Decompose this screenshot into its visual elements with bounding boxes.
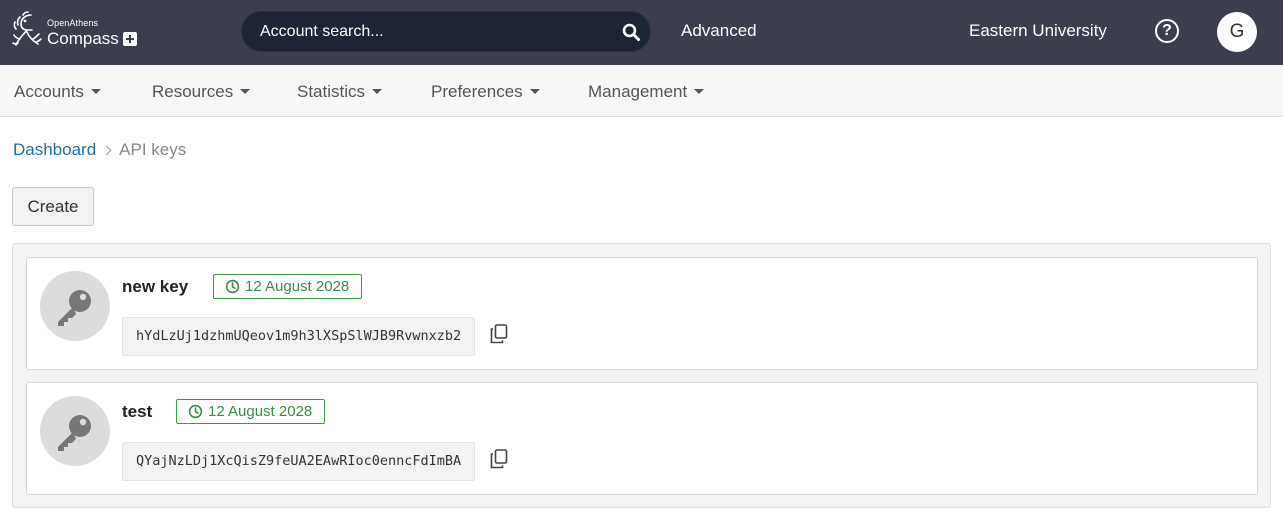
nav-label: Management — [588, 82, 688, 101]
api-key-card: test 12 August 2028 QYajNzLDj1XcQisZ9feU… — [26, 382, 1258, 495]
user-avatar[interactable]: G — [1217, 12, 1257, 52]
expiry-date: 12 August 2028 — [208, 403, 313, 420]
nav-resources[interactable]: Resources — [152, 82, 251, 102]
nav-accounts[interactable]: Accounts — [14, 82, 101, 102]
api-key-value[interactable]: hYdLzUj1dzhmUQeov1m9h3lXSpSlWJB9Rvwnxzb2 — [122, 317, 476, 356]
chevron-right-icon — [101, 145, 112, 155]
advanced-search-link[interactable]: Advanced — [681, 21, 757, 41]
copy-icon[interactable] — [490, 324, 508, 344]
caret-down-icon — [694, 88, 705, 94]
key-avatar — [40, 271, 110, 341]
key-icon — [58, 290, 91, 326]
caret-down-icon — [90, 88, 101, 94]
api-keys-panel: new key 12 August 2028 hYdLzUj1dzhmUQeov… — [12, 243, 1271, 508]
caret-down-icon — [372, 88, 383, 94]
breadcrumb: Dashboard API keys — [13, 140, 186, 160]
key-icon — [58, 415, 91, 451]
nav-label: Resources — [152, 82, 234, 101]
nav-label: Preferences — [431, 82, 523, 101]
logo-icon — [12, 11, 42, 46]
nav-label: Accounts — [14, 82, 84, 101]
caret-down-icon — [240, 88, 251, 94]
expiry-badge: 12 August 2028 — [213, 274, 363, 299]
help-icon[interactable]: ? — [1155, 19, 1179, 43]
top-bar: OpenAthens Compass Advanced Eastern Univ… — [0, 0, 1283, 65]
search-input[interactable] — [260, 12, 600, 51]
api-key-name: new key — [122, 277, 189, 296]
nav-management[interactable]: Management — [588, 82, 705, 102]
nav-preferences[interactable]: Preferences — [431, 82, 540, 102]
create-button[interactable]: Create — [12, 187, 94, 226]
logo-product-name: Compass — [47, 29, 119, 48]
openathens-compass-logo[interactable]: OpenAthens Compass — [11, 9, 141, 55]
copy-icon[interactable] — [490, 449, 508, 469]
logo-small-text: OpenAthens — [47, 18, 99, 28]
breadcrumb-current: API keys — [119, 140, 187, 159]
nav-statistics[interactable]: Statistics — [297, 82, 383, 102]
clock-icon — [225, 279, 240, 294]
plus-icon — [122, 31, 137, 46]
nav-label: Statistics — [297, 82, 366, 101]
expiry-badge: 12 August 2028 — [176, 399, 326, 424]
expiry-date: 12 August 2028 — [245, 278, 350, 295]
api-key-name: test — [122, 402, 153, 421]
api-key-card: new key 12 August 2028 hYdLzUj1dzhmUQeov… — [26, 257, 1258, 370]
main-nav: Accounts Resources Statistics Preference… — [0, 65, 1283, 117]
api-key-value[interactable]: QYajNzLDj1XcQisZ9feUA2EAwRIoc0enncFdImBA — [122, 442, 476, 481]
caret-down-icon — [529, 88, 540, 94]
key-avatar — [40, 396, 110, 466]
account-search — [241, 11, 651, 52]
breadcrumb-dashboard[interactable]: Dashboard — [13, 140, 96, 160]
clock-icon — [188, 404, 203, 419]
search-icon[interactable] — [622, 23, 640, 41]
organization-name[interactable]: Eastern University — [969, 21, 1107, 41]
